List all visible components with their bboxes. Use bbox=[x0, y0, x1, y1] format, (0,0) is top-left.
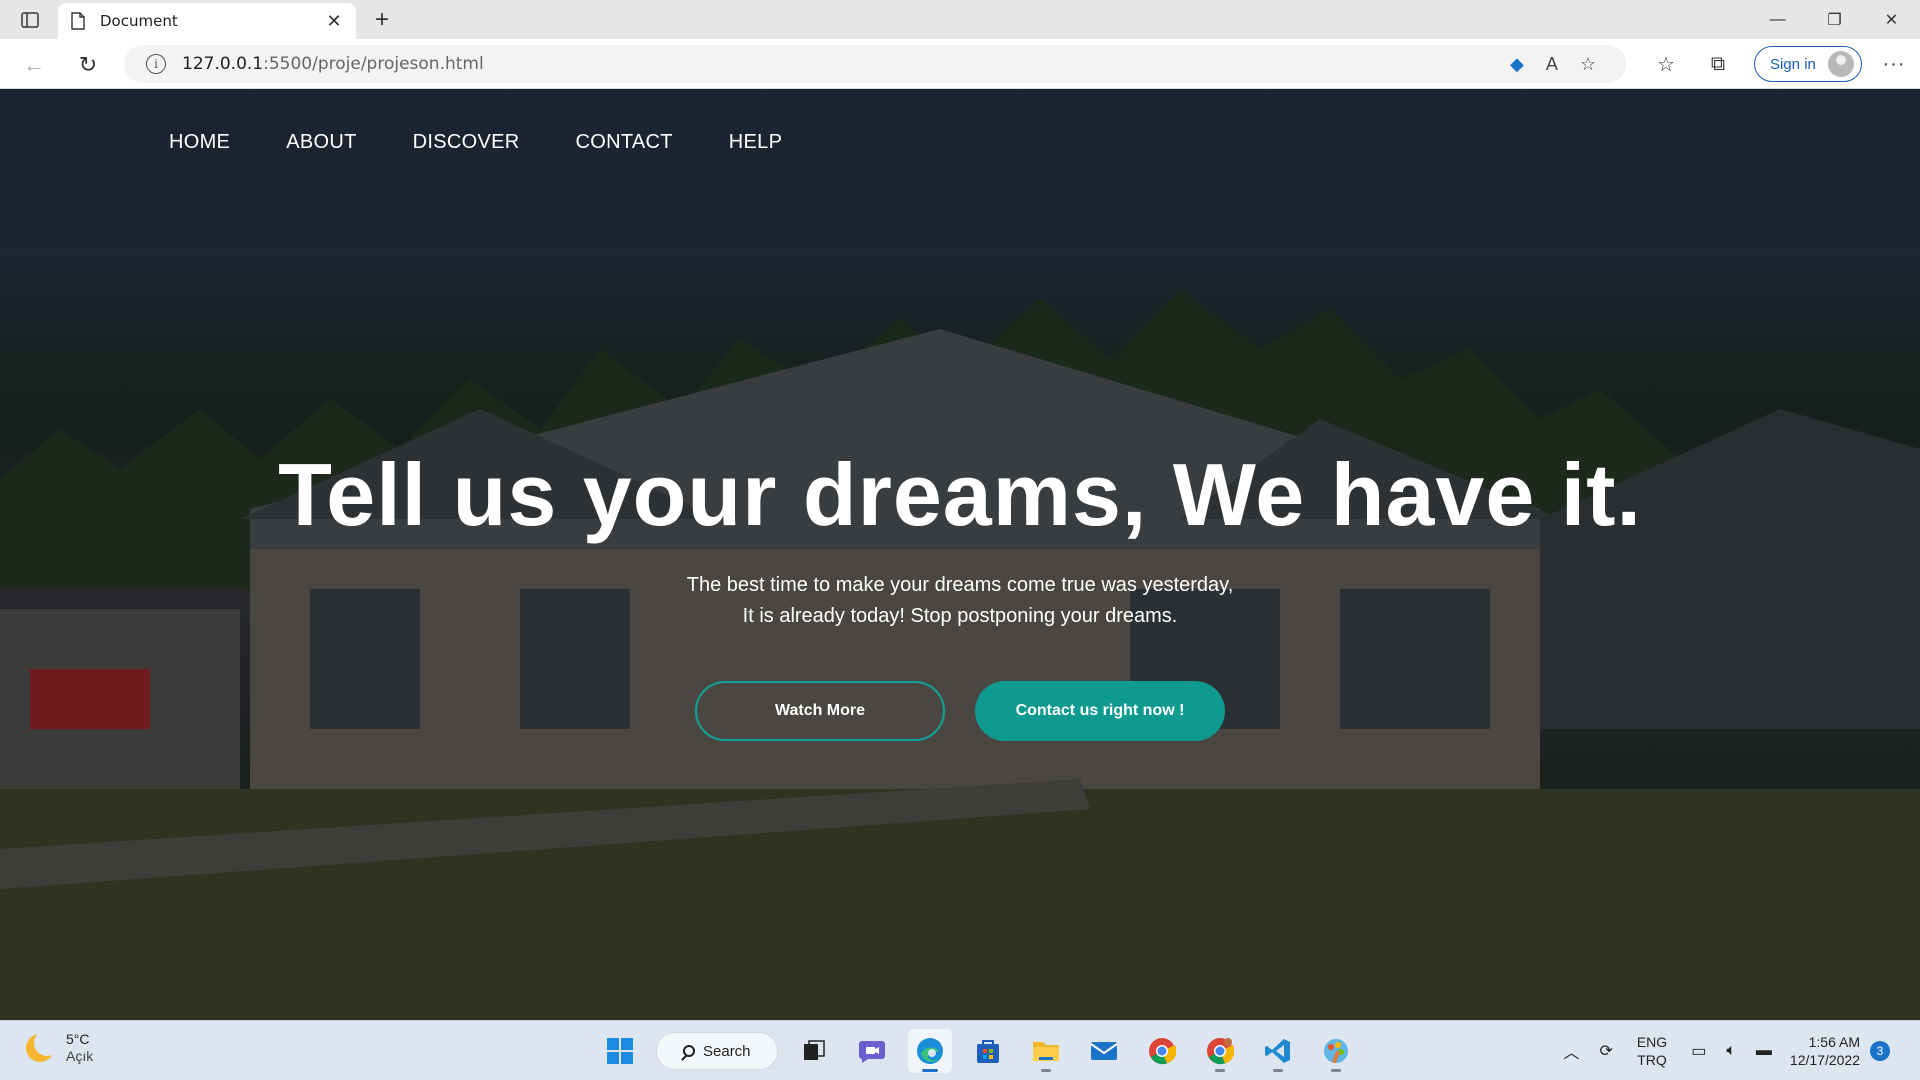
favorites-icon[interactable]: ☆ bbox=[1640, 52, 1692, 77]
chrome-icon[interactable] bbox=[1140, 1029, 1184, 1073]
browser-tab[interactable]: Document ✕ bbox=[58, 3, 356, 39]
contact-us-button[interactable]: Contact us right now ! bbox=[975, 681, 1225, 741]
running-indicator bbox=[1273, 1069, 1283, 1072]
sign-in-label: Sign in bbox=[1770, 55, 1816, 73]
clock-time: 1:56 AM bbox=[1808, 1034, 1860, 1050]
active-indicator bbox=[922, 1069, 938, 1072]
lang-top: ENG bbox=[1636, 1034, 1668, 1050]
language-indicator[interactable]: ENG TRQ bbox=[1637, 1033, 1667, 1069]
hero-buttons: Watch More Contact us right now ! bbox=[695, 681, 1225, 741]
sync-icon[interactable]: ⟳ bbox=[1599, 1041, 1612, 1061]
hero-line-2: It is already today! Stop postponing you… bbox=[742, 605, 1178, 627]
hero-section: Tell us your dreams, We have it. The bes… bbox=[0, 444, 1920, 632]
weather-condition: Açık bbox=[66, 1048, 94, 1064]
tab-actions-icon[interactable] bbox=[12, 8, 48, 32]
vscode-icon[interactable] bbox=[1256, 1029, 1300, 1073]
read-aloud-icon[interactable]: A bbox=[1546, 54, 1558, 75]
moon-icon bbox=[26, 1030, 60, 1062]
back-icon[interactable]: ← bbox=[18, 49, 50, 81]
collections-icon[interactable]: ⧉ bbox=[1692, 53, 1744, 76]
taskbar-search[interactable]: Search bbox=[656, 1032, 778, 1070]
add-favorite-icon[interactable]: ☆ bbox=[1580, 54, 1596, 75]
minimize-icon[interactable]: — bbox=[1749, 0, 1806, 39]
url-host: 127.0.0.1 bbox=[182, 54, 264, 74]
nav-help[interactable]: HELP bbox=[729, 131, 782, 154]
nav-contact[interactable]: CONTACT bbox=[575, 131, 672, 154]
web-page: HOME ABOUT DISCOVER CONTACT HELP Tell us… bbox=[0, 89, 1920, 1020]
clock-date: 12/17/2022 bbox=[1789, 1052, 1860, 1068]
close-window-icon[interactable]: ✕ bbox=[1863, 0, 1920, 39]
search-label: Search bbox=[703, 1042, 751, 1060]
nav-discover[interactable]: DISCOVER bbox=[413, 131, 520, 154]
search-icon bbox=[683, 1045, 695, 1057]
mail-icon[interactable] bbox=[1082, 1029, 1126, 1073]
url-icons: ◆ A ☆ bbox=[1510, 45, 1596, 83]
weather-widget[interactable]: 5°C Açık bbox=[26, 1030, 94, 1065]
weather-temp: 5°C bbox=[66, 1031, 90, 1047]
taskbar: 5°C Açık Search ︿ ⟳ ENG TRQ ▭ 🔈︎ ▬ 1:56 … bbox=[0, 1020, 1920, 1080]
teams-chat-icon[interactable] bbox=[850, 1029, 894, 1073]
tab-title: Document bbox=[100, 12, 178, 30]
window-controls: — ❐ ✕ bbox=[1749, 0, 1920, 39]
edge-browser-icon[interactable] bbox=[908, 1029, 952, 1073]
hero-line-1: The best time to make your dreams come t… bbox=[686, 574, 1234, 596]
restore-icon[interactable]: ❐ bbox=[1806, 0, 1863, 39]
taskbar-apps: Search bbox=[598, 1029, 1358, 1073]
refresh-icon[interactable]: ↻ bbox=[72, 49, 104, 81]
start-button[interactable] bbox=[598, 1029, 642, 1073]
volume-icon[interactable]: 🔈︎ bbox=[1726, 1042, 1736, 1060]
url-text[interactable]: 127.0.0.1:5500/proje/projeson.html bbox=[182, 54, 484, 74]
network-icon[interactable]: ▭ bbox=[1691, 1041, 1706, 1061]
document-icon bbox=[71, 12, 85, 30]
main-nav: HOME ABOUT DISCOVER CONTACT HELP bbox=[169, 131, 782, 154]
hero-subtitle: The best time to make your dreams come t… bbox=[0, 570, 1920, 632]
hero-title: Tell us your dreams, We have it. bbox=[278, 445, 1642, 544]
new-tab-icon[interactable]: + bbox=[368, 6, 396, 34]
close-tab-icon[interactable]: ✕ bbox=[324, 11, 344, 31]
running-indicator bbox=[1041, 1069, 1051, 1072]
browser-toolbar-right: ☆ ⧉ Sign in ··· bbox=[1640, 45, 1914, 83]
avatar bbox=[1827, 51, 1854, 77]
address-toolbar: ← ↻ i 127.0.0.1:5500/proje/projeson.html… bbox=[0, 39, 1920, 89]
paint-app-icon[interactable] bbox=[1314, 1029, 1358, 1073]
battery-icon[interactable]: ▬ bbox=[1756, 1042, 1772, 1060]
running-indicator bbox=[1331, 1069, 1341, 1072]
browser-titlebar: Document ✕ + — ❐ ✕ bbox=[0, 0, 1920, 39]
nav-home[interactable]: HOME bbox=[169, 131, 230, 154]
notification-badge[interactable]: 3 bbox=[1870, 1041, 1890, 1061]
running-indicator bbox=[1215, 1069, 1225, 1072]
file-explorer-icon[interactable] bbox=[1024, 1029, 1068, 1073]
chevron-up-icon[interactable]: ︿ bbox=[1563, 1039, 1579, 1063]
clock[interactable]: 1:56 AM 12/17/2022 bbox=[1790, 1033, 1860, 1069]
url-bar[interactable]: i 127.0.0.1:5500/proje/projeson.html ◆ A… bbox=[124, 45, 1626, 83]
nav-about[interactable]: ABOUT bbox=[286, 131, 356, 154]
info-icon[interactable]: i bbox=[146, 54, 166, 74]
task-view-icon[interactable] bbox=[792, 1029, 836, 1073]
more-options-icon[interactable]: ··· bbox=[1874, 53, 1914, 76]
lang-bottom: TRQ bbox=[1637, 1052, 1667, 1068]
system-tray: ︿ ⟳ ENG TRQ ▭ 🔈︎ ▬ 1:56 AM 12/17/2022 3 bbox=[1553, 1029, 1890, 1073]
sign-in-button[interactable]: Sign in bbox=[1754, 46, 1862, 82]
watch-more-button[interactable]: Watch More bbox=[695, 681, 945, 741]
url-path: :5500/proje/projeson.html bbox=[263, 54, 484, 74]
coupon-tag-icon[interactable]: ◆ bbox=[1510, 54, 1524, 75]
windows-logo-icon bbox=[607, 1038, 633, 1064]
chrome-profile-icon[interactable] bbox=[1198, 1029, 1242, 1073]
store-icon[interactable] bbox=[966, 1029, 1010, 1073]
